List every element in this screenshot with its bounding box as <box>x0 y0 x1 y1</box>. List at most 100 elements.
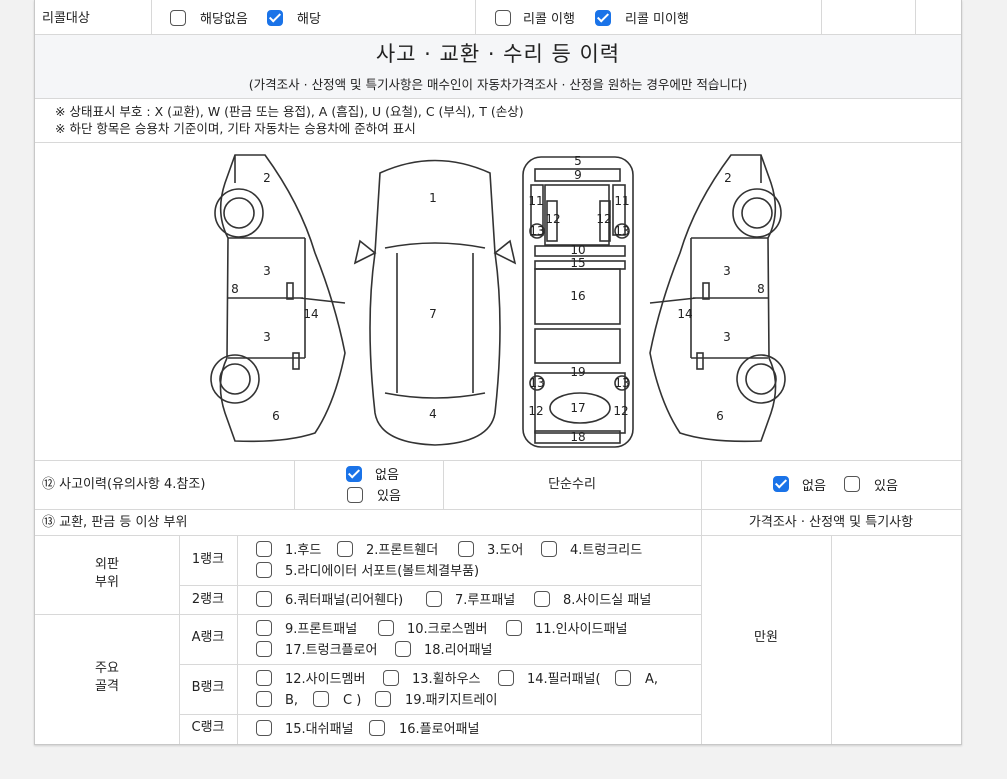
diagram-num-6-right: 6 <box>716 409 724 423</box>
pillar-b-label: B, <box>285 693 299 708</box>
diagram-num-18: 18 <box>570 430 585 444</box>
notes-row: ※ 상태표시 부호 : X (교환), W (판금 또는 용접), A (흠집)… <box>35 99 961 143</box>
door-checkbox[interactable] <box>458 541 474 557</box>
radiator-support-label: 5.라디에이터 서포트(볼트체결부품) <box>285 564 480 579</box>
price-header: 가격조사 · 산정액 및 특기사항 <box>748 515 914 530</box>
diagram-num-8-right: 8 <box>757 282 765 296</box>
diagram-num-12-a: 12 <box>545 212 560 226</box>
recall-row: 리콜대상 해당없음 해당 리콜 이행 리콜 미이행 <box>35 0 961 35</box>
side-sill-panel-label: 8.사이드실 패널 <box>563 593 652 608</box>
wheel-house-checkbox[interactable] <box>383 670 399 686</box>
recall-none-checkbox[interactable] <box>170 10 186 26</box>
hood-checkbox[interactable] <box>256 541 272 557</box>
simple-repair-none-label: 없음 <box>802 479 826 494</box>
quarter-panel-checkbox[interactable] <box>256 591 272 607</box>
recall-not-done-checkbox[interactable] <box>595 10 611 26</box>
diagram-num-15: 15 <box>570 256 585 270</box>
left-side-view <box>210 154 346 443</box>
car-diagram: 2 3 8 14 3 6 1 7 4 5 9 11 11 12 12 13 13… <box>210 154 786 448</box>
history-title-row: 사고 · 교환 · 수리 등 이력 (가격조사 · 산정액 및 특기사항은 매수… <box>35 35 961 99</box>
diagram-num-7: 7 <box>429 307 437 321</box>
price-note-field[interactable] <box>832 536 961 744</box>
trunk-lid-label: 4.트렁크리드 <box>570 543 643 558</box>
cross-member-checkbox[interactable] <box>378 620 394 636</box>
outer-panel-label-1: 외판 <box>95 557 119 572</box>
diagram-num-3-left-a: 3 <box>263 264 271 278</box>
recall-not-done-label: 리콜 미이행 <box>625 12 689 27</box>
diagram-num-8-left: 8 <box>231 282 239 296</box>
rank2-label: 2랭크 <box>191 592 225 607</box>
main-frame-label-1: 주요 <box>95 661 119 676</box>
dash-panel-checkbox[interactable] <box>256 720 272 736</box>
front-fender-checkbox[interactable] <box>337 541 353 557</box>
outer-panel-label-2: 부위 <box>95 575 119 590</box>
diagram-num-2-left: 2 <box>263 171 271 185</box>
diagram-num-13-c: 13 <box>529 376 544 390</box>
side-member-checkbox[interactable] <box>256 670 272 686</box>
inside-panel-checkbox[interactable] <box>506 620 522 636</box>
accident-history-row: ⑫ 사고이력(유의사항 4.참조) 없음 있음 단순수리 없음 있음 <box>35 461 961 510</box>
right-side-view <box>649 154 786 443</box>
pillar-a-checkbox[interactable] <box>615 670 631 686</box>
parts-grid: 외판 부위 주요 골격 1랭크 2랭크 A랭크 B랭크 C랭크 1.후드 2.프… <box>35 536 961 744</box>
rear-panel-checkbox[interactable] <box>395 641 411 657</box>
front-panel-label: 9.프론트패널 <box>285 622 358 637</box>
diagram-num-5: 5 <box>574 154 582 168</box>
diagram-num-3-right-b: 3 <box>723 330 731 344</box>
simple-repair-exists-label: 있음 <box>874 479 898 494</box>
simple-repair-label: 단순수리 <box>548 477 596 492</box>
diagram-num-3-right-a: 3 <box>723 264 731 278</box>
simple-repair-none-checkbox[interactable] <box>773 476 789 492</box>
trunk-floor-label: 17.트렁크플로어 <box>285 643 378 658</box>
pillar-panel-checkbox[interactable] <box>498 670 514 686</box>
vehicle-inspection-form: 리콜대상 해당없음 해당 리콜 이행 리콜 미이행 사고 · 교환 · 수리 등… <box>34 0 962 745</box>
accident-exists-checkbox[interactable] <box>347 487 363 503</box>
diagram-num-13-b: 13 <box>614 224 629 238</box>
diagram-num-1: 1 <box>429 191 437 205</box>
diagram-num-9: 9 <box>574 168 582 182</box>
diagram-num-3-left-b: 3 <box>263 330 271 344</box>
side-sill-panel-checkbox[interactable] <box>534 591 550 607</box>
standard-note: ※ 하단 항목은 승용차 기준이며, 기타 자동차는 승용차에 준하여 표시 <box>55 121 416 136</box>
main-frame-label-2: 골격 <box>95 679 119 694</box>
diagram-num-4: 4 <box>429 407 437 421</box>
accident-none-checkbox[interactable] <box>346 466 362 482</box>
history-subtitle: (가격조사 · 산정액 및 특기사항은 매수인이 자동차가격조사 · 산정을 원… <box>248 77 748 92</box>
diagram-num-13-d: 13 <box>614 376 629 390</box>
hood-label: 1.후드 <box>285 543 322 558</box>
quarter-panel-label: 6.쿼터패널(리어휀다) <box>285 593 404 608</box>
radiator-support-checkbox[interactable] <box>256 562 272 578</box>
trunk-floor-checkbox[interactable] <box>256 641 272 657</box>
rankC-label: C랭크 <box>191 720 225 735</box>
floor-panel-label: 16.플로어패널 <box>399 722 480 737</box>
pillar-a-label: A, <box>645 672 659 687</box>
wheel-house-label: 13.휠하우스 <box>412 672 481 687</box>
pillar-c-label: C ) <box>343 693 362 708</box>
simple-repair-exists-checkbox[interactable] <box>844 476 860 492</box>
side-member-label: 12.사이드멤버 <box>285 672 366 687</box>
parts-label: ⑬ 교환, 판금 등 이상 부위 <box>42 515 188 530</box>
diagram-num-12-d: 12 <box>613 404 628 418</box>
pillar-b-checkbox[interactable] <box>256 691 272 707</box>
roof-panel-label: 7.루프패널 <box>455 593 516 608</box>
recall-applicable-checkbox[interactable] <box>267 10 283 26</box>
diagram-num-12-b: 12 <box>596 212 611 226</box>
diagram-num-19: 19 <box>570 365 585 379</box>
diagram-num-6-left: 6 <box>272 409 280 423</box>
door-label: 3.도어 <box>487 543 524 558</box>
package-tray-checkbox[interactable] <box>375 691 391 707</box>
floor-panel-checkbox[interactable] <box>369 720 385 736</box>
recall-done-checkbox[interactable] <box>495 10 511 26</box>
roof-panel-checkbox[interactable] <box>426 591 442 607</box>
rankA-label: A랭크 <box>191 630 225 645</box>
pillar-c-checkbox[interactable] <box>313 691 329 707</box>
price-unit: 만원 <box>754 630 778 645</box>
rank1-label: 1랭크 <box>191 552 225 567</box>
car-diagram-row: 2 3 8 14 3 6 1 7 4 5 9 11 11 12 12 13 13… <box>35 143 961 461</box>
trunk-lid-checkbox[interactable] <box>541 541 557 557</box>
diagram-num-14-right: 14 <box>677 307 692 321</box>
dash-panel-label: 15.대쉬패널 <box>285 722 354 737</box>
front-panel-checkbox[interactable] <box>256 620 272 636</box>
diagram-num-17: 17 <box>570 401 585 415</box>
front-fender-label: 2.프론트휀더 <box>366 543 439 558</box>
